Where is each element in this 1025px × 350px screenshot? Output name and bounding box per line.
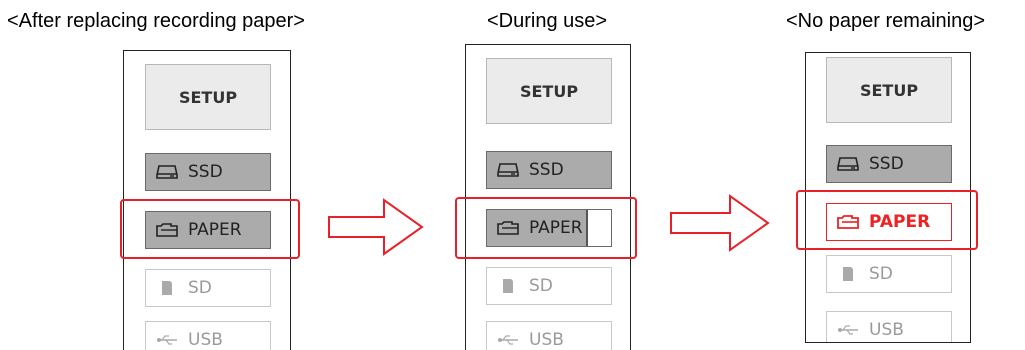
ssd-icon	[837, 157, 859, 171]
caption-no-paper: <No paper remaining>	[786, 10, 986, 32]
arrow-right-icon	[328, 198, 424, 256]
sd-card-icon	[503, 279, 513, 293]
caption-after-replacing: <After replacing recording paper>	[7, 10, 305, 32]
sd-slot[interactable]: SD	[826, 255, 952, 293]
sd-label: SD	[188, 278, 212, 298]
ssd-label: SSD	[529, 160, 564, 180]
ssd-label: SSD	[869, 154, 904, 174]
setup-button[interactable]: SETUP	[826, 57, 952, 123]
sd-slot[interactable]: SD	[145, 269, 271, 307]
usb-icon	[838, 325, 858, 335]
usb-label: USB	[529, 330, 564, 350]
usb-slot[interactable]: USB	[826, 311, 952, 342]
usb-slot[interactable]: USB	[145, 321, 271, 350]
usb-icon	[157, 335, 177, 345]
arrow-right-icon	[670, 194, 770, 252]
setup-button[interactable]: SETUP	[145, 64, 271, 130]
sd-label: SD	[529, 276, 553, 296]
usb-label: USB	[869, 320, 904, 340]
paper-label: PAPER	[869, 212, 931, 232]
paper-label: PAPER	[188, 220, 242, 240]
ssd-slot[interactable]: SSD	[826, 145, 952, 183]
ssd-slot[interactable]: SSD	[486, 151, 612, 189]
setup-button[interactable]: SETUP	[486, 58, 612, 124]
sd-slot[interactable]: SD	[486, 267, 612, 305]
sd-card-icon	[843, 267, 853, 281]
paper-icon	[156, 223, 178, 237]
sd-label: SD	[869, 264, 893, 284]
ssd-icon	[156, 165, 178, 179]
paper-label: PAPER	[529, 218, 583, 238]
ssd-slot[interactable]: SSD	[145, 153, 271, 191]
paper-icon	[497, 221, 519, 235]
usb-label: USB	[188, 330, 223, 350]
usb-icon	[498, 335, 518, 345]
sd-card-icon	[162, 281, 172, 295]
caption-during-use: <During use>	[487, 10, 608, 32]
ssd-icon	[497, 163, 519, 177]
usb-slot[interactable]: USB	[486, 321, 612, 350]
paper-icon	[837, 215, 859, 229]
ssd-label: SSD	[188, 162, 223, 182]
